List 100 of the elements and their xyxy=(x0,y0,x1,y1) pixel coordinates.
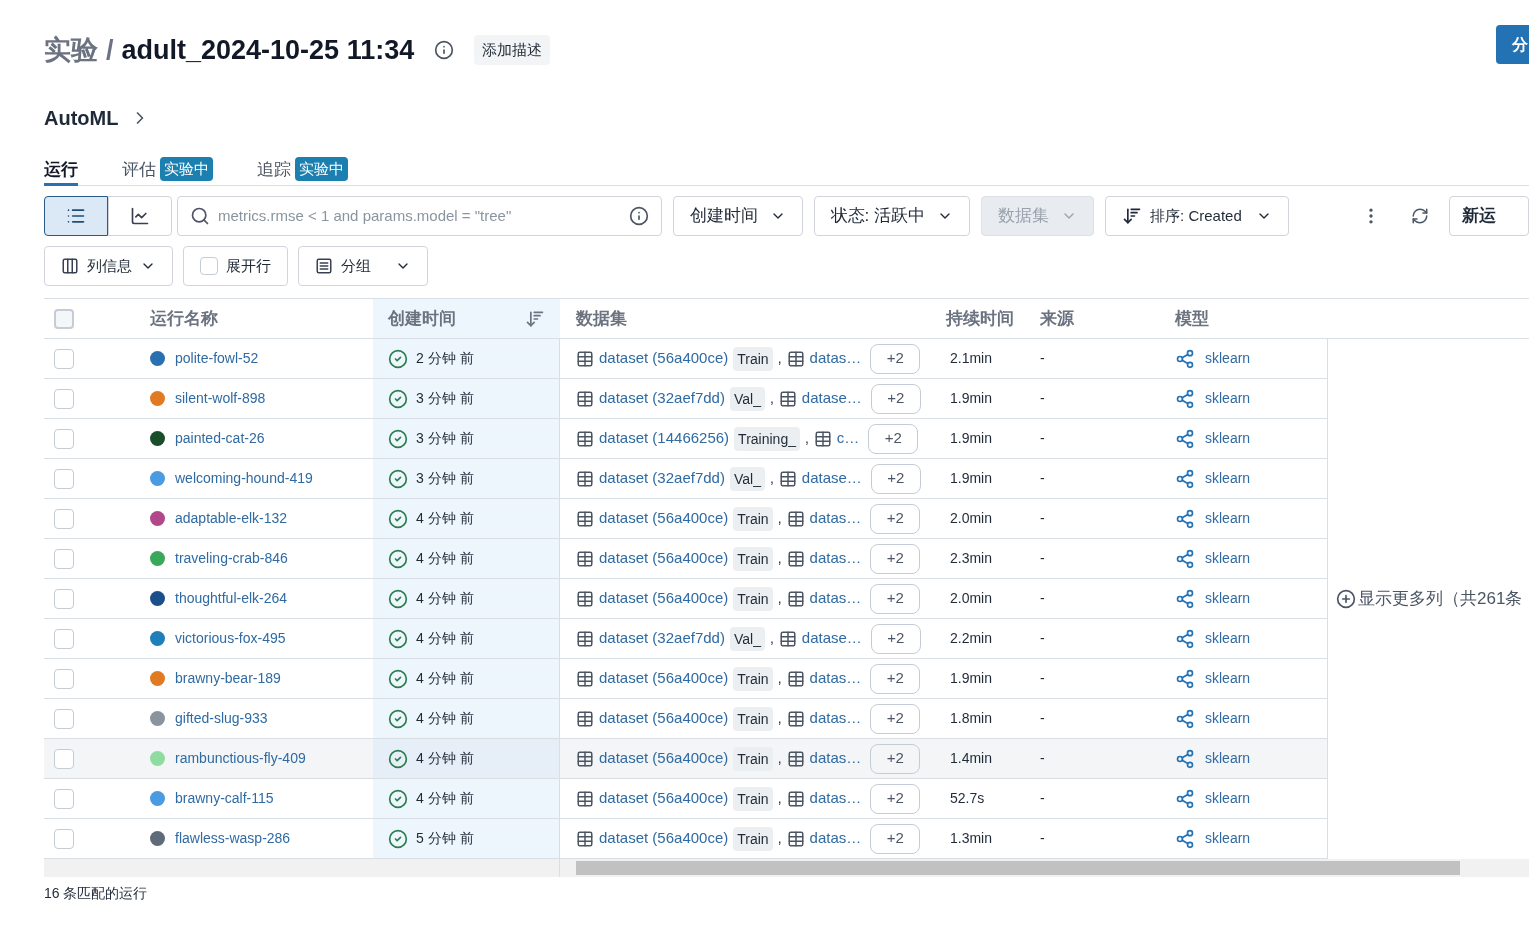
view-toggle[interactable] xyxy=(44,196,108,236)
option-button[interactable]: 分组 xyxy=(298,246,428,286)
more-datasets-button[interactable]: +2 xyxy=(870,623,921,654)
tab[interactable]: 追踪 实验中 xyxy=(257,157,348,186)
breadcrumb-link[interactable]: 实验 xyxy=(44,29,98,71)
table-row[interactable]: painted-cat-26 3 分钟 前 dataset (14466256) Training_ , c… +2 1.9min - sklearn xyxy=(44,419,1327,459)
more-datasets-button[interactable]: +2 xyxy=(870,463,921,494)
search-bar[interactable]: metrics.rmse < 1 and params.model = "tree" xyxy=(177,196,662,236)
more-datasets-button[interactable]: +2 xyxy=(870,503,921,534)
column-header[interactable]: 来源 xyxy=(1040,308,1074,328)
run-name-link[interactable]: rambunctious-fly-409 xyxy=(175,748,306,769)
run-name-link[interactable]: silent-wolf-898 xyxy=(175,388,266,409)
filter-dropdown[interactable]: 创建时间 xyxy=(672,196,803,236)
dataset-link[interactable]: dataset (56a400ce) xyxy=(599,347,729,370)
run-name-link[interactable]: brawny-bear-189 xyxy=(175,668,281,689)
more-datasets-button[interactable]: +2 xyxy=(870,343,921,374)
row-checkbox[interactable] xyxy=(54,828,74,849)
dataset-link[interactable]: datas… xyxy=(809,667,862,690)
model-link[interactable]: sklearn xyxy=(1205,388,1251,409)
table-row[interactable]: thoughtful-elk-264 4 分钟 前 dataset (56a400ce) Train , datas… +2 2.0min - sklearn xyxy=(44,579,1327,619)
dataset-link[interactable]: datas… xyxy=(809,827,862,850)
dataset-link[interactable]: datas… xyxy=(809,347,862,370)
add-description-button[interactable]: 添加描述 xyxy=(474,35,551,65)
run-name-link[interactable]: welcoming-hound-419 xyxy=(175,468,313,489)
row-checkbox[interactable] xyxy=(54,668,74,689)
more-datasets-button[interactable]: +2 xyxy=(870,783,921,814)
table-row[interactable]: adaptable-elk-132 4 分钟 前 dataset (56a400ce) Train , datas… +2 2.0min - sklearn xyxy=(44,499,1327,539)
run-name-link[interactable]: adaptable-elk-132 xyxy=(175,508,288,529)
more-datasets-button[interactable]: +2 xyxy=(868,423,919,454)
run-name-link[interactable]: victorious-fox-495 xyxy=(175,628,286,649)
dataset-link[interactable]: datas… xyxy=(809,707,862,730)
more-datasets-button[interactable]: +2 xyxy=(870,703,921,734)
dataset-link[interactable]: dataset (32aef7dd) xyxy=(599,467,725,490)
table-row[interactable]: brawny-calf-115 4 分钟 前 dataset (56a400ce) Train , datas… +2 52.7s - sklearn xyxy=(44,779,1327,819)
table-row[interactable]: polite-fowl-52 2 分钟 前 dataset (56a400ce) Train , datas… +2 2.1min - sklearn xyxy=(44,339,1327,379)
more-datasets-button[interactable]: +2 xyxy=(870,743,921,774)
model-link[interactable]: sklearn xyxy=(1205,828,1251,849)
row-checkbox[interactable] xyxy=(54,708,74,729)
column-header[interactable]: 持续时间 xyxy=(946,308,1014,328)
table-row[interactable]: rambunctious-fly-409 4 分钟 前 dataset (56a400ce) Train , datas… +2 1.4min - sklearn xyxy=(44,739,1327,779)
dataset-link[interactable]: datas… xyxy=(809,547,862,570)
dataset-link[interactable]: dataset (32aef7dd) xyxy=(599,387,725,410)
more-datasets-button[interactable]: +2 xyxy=(870,543,921,574)
model-link[interactable]: sklearn xyxy=(1205,708,1251,729)
model-link[interactable]: sklearn xyxy=(1205,348,1251,369)
dataset-link[interactable]: dataset (56a400ce) xyxy=(599,787,729,810)
table-row[interactable]: welcoming-hound-419 3 分钟 前 dataset (32aef7dd) Val_ , datase… +2 1.9min - sklearn xyxy=(44,459,1327,499)
model-link[interactable]: sklearn xyxy=(1205,668,1251,689)
run-name-link[interactable]: gifted-slug-933 xyxy=(175,708,268,729)
new-run-button[interactable]: 新运 xyxy=(1449,196,1529,236)
dataset-link[interactable]: dataset (56a400ce) xyxy=(599,827,729,850)
sort-dropdown[interactable]: 排序: Created xyxy=(1105,196,1290,236)
table-row[interactable]: traveling-crab-846 4 分钟 前 dataset (56a400ce) Train , datas… +2 2.3min - sklearn xyxy=(44,539,1327,579)
option-button[interactable]: 列信息 xyxy=(44,246,173,286)
dataset-link[interactable]: datase… xyxy=(801,467,862,490)
dataset-link[interactable]: c… xyxy=(836,427,860,450)
column-header[interactable]: 数据集 xyxy=(576,308,627,328)
run-name-link[interactable]: thoughtful-elk-264 xyxy=(175,588,288,609)
dataset-link[interactable]: datas… xyxy=(809,787,862,810)
column-header[interactable]: 运行名称 xyxy=(150,308,218,328)
model-link[interactable]: sklearn xyxy=(1205,468,1251,489)
row-checkbox[interactable] xyxy=(54,788,74,809)
dataset-link[interactable]: dataset (56a400ce) xyxy=(599,747,729,770)
row-checkbox[interactable] xyxy=(54,588,74,609)
dataset-link[interactable]: dataset (14466256) xyxy=(599,427,730,450)
tab[interactable]: 评估 实验中 xyxy=(122,157,213,186)
checkbox[interactable] xyxy=(200,257,218,275)
row-checkbox[interactable] xyxy=(54,428,74,449)
dataset-link[interactable]: dataset (56a400ce) xyxy=(599,707,729,730)
more-datasets-button[interactable]: +2 xyxy=(870,663,921,694)
tab[interactable]: 运行 xyxy=(44,157,78,186)
model-link[interactable]: sklearn xyxy=(1205,588,1251,609)
model-link[interactable]: sklearn xyxy=(1205,428,1251,449)
dataset-link[interactable]: datas… xyxy=(809,587,862,610)
row-checkbox[interactable] xyxy=(54,748,74,769)
column-header[interactable]: 模型 xyxy=(1175,308,1209,328)
row-checkbox[interactable] xyxy=(54,548,74,569)
row-checkbox[interactable] xyxy=(54,348,74,369)
info-icon[interactable] xyxy=(434,40,455,60)
run-name-link[interactable]: brawny-calf-115 xyxy=(175,788,274,809)
table-row[interactable]: brawny-bear-189 4 分钟 前 dataset (56a400ce) Train , datas… +2 1.9min - sklearn xyxy=(44,659,1327,699)
table-row[interactable]: flawless-wasp-286 5 分钟 前 dataset (56a400ce) Train , datas… +2 1.3min - sklearn xyxy=(44,819,1327,859)
dataset-link[interactable]: dataset (56a400ce) xyxy=(599,667,729,690)
table-row[interactable]: victorious-fox-495 4 分钟 前 dataset (32aef7dd) Val_ , datase… +2 2.2min - sklearn xyxy=(44,619,1327,659)
more-datasets-button[interactable]: +2 xyxy=(870,383,921,414)
model-link[interactable]: sklearn xyxy=(1205,748,1251,769)
dataset-link[interactable]: dataset (56a400ce) xyxy=(599,507,729,530)
dataset-link[interactable]: datase… xyxy=(801,627,862,650)
dataset-link[interactable]: dataset (56a400ce) xyxy=(599,587,729,610)
select-all-checkbox[interactable] xyxy=(54,308,74,329)
model-link[interactable]: sklearn xyxy=(1205,628,1251,649)
model-link[interactable]: sklearn xyxy=(1205,548,1251,569)
dataset-link[interactable]: dataset (56a400ce) xyxy=(599,547,729,570)
more-datasets-button[interactable]: +2 xyxy=(870,583,921,614)
model-link[interactable]: sklearn xyxy=(1205,788,1251,809)
dataset-link[interactable]: datase… xyxy=(801,387,862,410)
info-icon[interactable] xyxy=(628,206,649,226)
dataset-link[interactable]: datas… xyxy=(809,507,862,530)
filter-dropdown[interactable]: 状态: 活跃中 xyxy=(813,196,971,236)
run-name-link[interactable]: flawless-wasp-286 xyxy=(175,828,291,849)
